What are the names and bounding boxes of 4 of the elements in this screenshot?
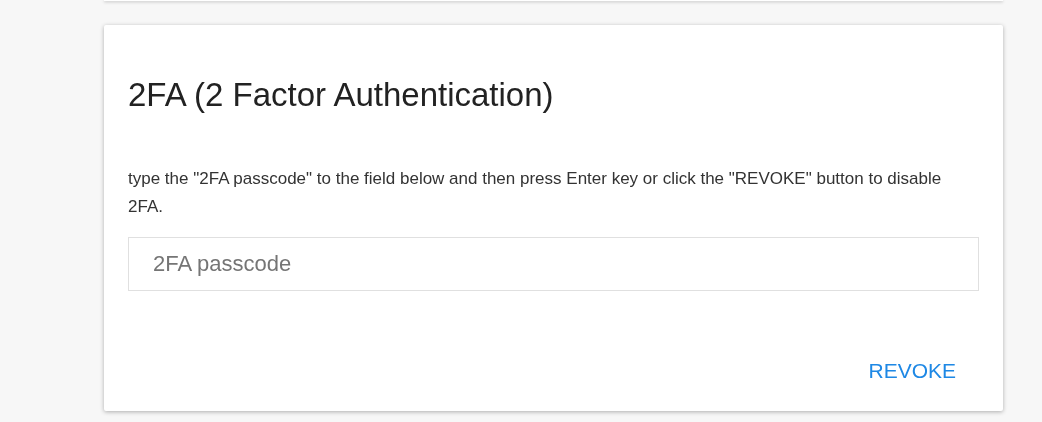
revoke-button[interactable]: REVOKE	[852, 351, 979, 392]
passcode-field[interactable]: 2FA passcode	[128, 237, 979, 292]
card-title: 2FA (2 Factor Authentication)	[128, 77, 555, 114]
instructions-text: type the "2FA passcode" to the field below and then press Enter key or click the "REVOKE" button to disable 2FA.	[128, 168, 943, 219]
